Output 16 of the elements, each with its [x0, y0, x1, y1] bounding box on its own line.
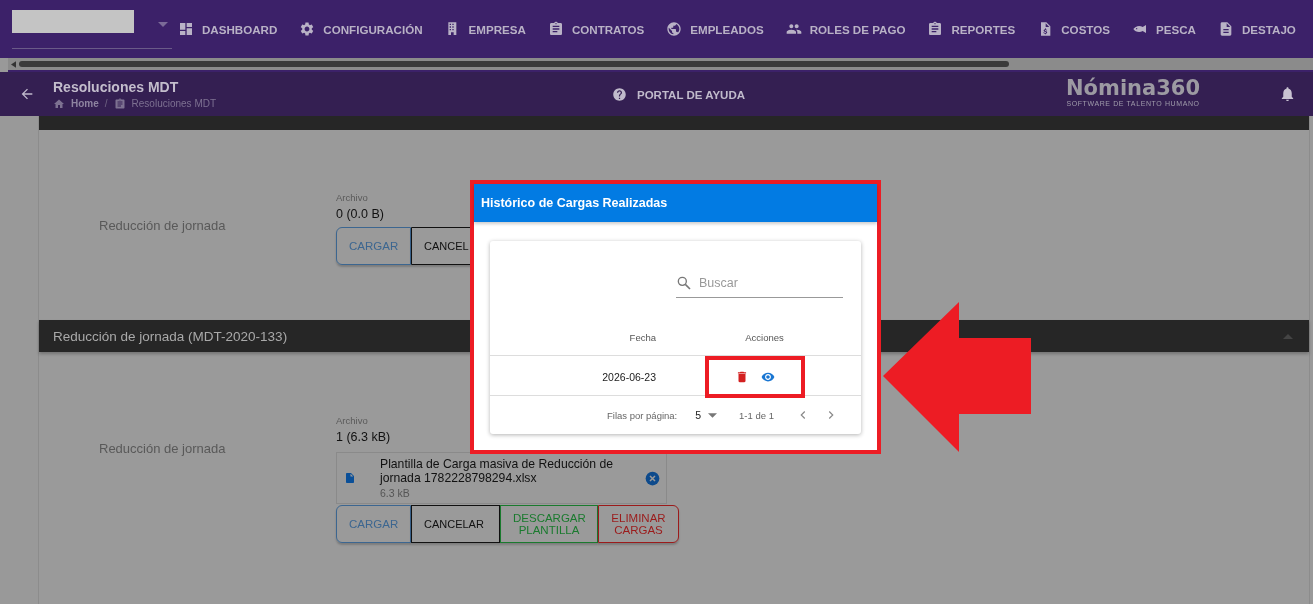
- file-label: Archivo: [336, 415, 368, 426]
- file-count: 1 (6.3 kB): [336, 430, 391, 444]
- file-name: Plantilla de Carga masiva de Reducción de jornada 1782228798294.xlsx: [380, 457, 615, 485]
- file-count: 0 (0.0 B): [336, 207, 384, 221]
- section-title: Reducción de jornada (MDT-2020-133): [53, 328, 288, 344]
- file-size: 6.3 kB: [380, 487, 411, 499]
- table-cell-text: 2026-06-23: [601, 371, 657, 383]
- rows-per-page-label: Filas por página:: [607, 409, 678, 421]
- field-label: Reducción de jornada: [98, 218, 227, 233]
- breadcrumb-separator: /: [104, 98, 108, 109]
- dialog-title: Histórico de Cargas Realizadas: [481, 196, 668, 210]
- page-range: 1-1 de 1: [739, 409, 774, 421]
- brand-logo: Nómina360: [1066, 76, 1201, 100]
- field-label: Reducción de jornada: [98, 441, 227, 456]
- page-title: Resoluciones MDT: [53, 78, 180, 95]
- file-label: Archivo: [336, 192, 368, 203]
